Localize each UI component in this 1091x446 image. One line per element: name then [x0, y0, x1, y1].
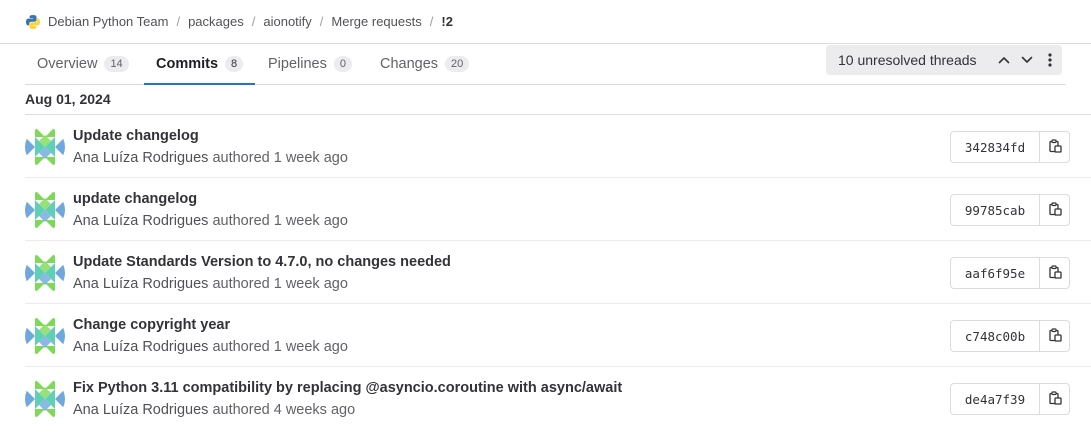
- copy-icon: [1048, 138, 1062, 156]
- commit-sha-group: aaf6f95e: [950, 257, 1070, 289]
- commit-author-link[interactable]: Ana Luíza Rodrigues: [73, 402, 208, 418]
- chevron-up-icon[interactable]: [996, 52, 1012, 68]
- breadcrumb: Debian Python Team / packages / aionotif…: [0, 0, 1091, 44]
- commit-action: authored: [212, 213, 270, 229]
- commit-meta: Ana Luíza Rodrigues authored 1 week ago: [73, 213, 348, 229]
- commit-author-link[interactable]: Ana Luíza Rodrigues: [73, 339, 208, 355]
- avatar[interactable]: [25, 127, 65, 167]
- tab-commits[interactable]: Commits 8: [144, 44, 256, 85]
- avatar[interactable]: [25, 316, 65, 356]
- commit-sha-group: de4a7f39: [950, 383, 1070, 415]
- unresolved-threads-bar: 10 unresolved threads: [826, 45, 1062, 75]
- copy-sha-button[interactable]: [1039, 194, 1070, 226]
- copy-icon: [1048, 327, 1062, 345]
- chevron-down-icon[interactable]: [1019, 52, 1035, 68]
- commit-row: Fix Python 3.11 compatibility by replaci…: [25, 367, 1091, 430]
- tab-changes[interactable]: Changes 20: [368, 44, 481, 84]
- commit-title-link[interactable]: Change copyright year: [73, 317, 230, 333]
- commit-time: 1 week ago: [273, 339, 348, 355]
- commit-sha-link[interactable]: c748c00b: [950, 320, 1039, 352]
- commit-action: authored: [212, 150, 270, 166]
- commit-row: Update changelog Ana Luíza Rodrigues aut…: [25, 115, 1091, 178]
- commit-sha-link[interactable]: aaf6f95e: [950, 257, 1039, 289]
- tab-label: Changes: [380, 56, 439, 72]
- commit-title-link[interactable]: Update changelog: [73, 128, 199, 144]
- commit-sha-link[interactable]: 342834fd: [950, 131, 1039, 163]
- commit-time: 1 week ago: [273, 150, 348, 166]
- commit-meta: Ana Luíza Rodrigues authored 4 weeks ago: [73, 402, 355, 418]
- breadcrumb-group-link[interactable]: Debian Python Team: [48, 14, 168, 29]
- more-vertical-icon[interactable]: [1042, 52, 1058, 68]
- copy-sha-button[interactable]: [1039, 383, 1070, 415]
- commit-sha-group: c748c00b: [950, 320, 1070, 352]
- breadcrumb-separator: /: [251, 14, 256, 29]
- commit-action: authored: [212, 402, 270, 418]
- copy-sha-button[interactable]: [1039, 320, 1070, 352]
- commit-sha-group: 342834fd: [950, 131, 1070, 163]
- breadcrumb-separator: /: [176, 14, 181, 29]
- copy-sha-button[interactable]: [1039, 131, 1070, 163]
- commit-row: Update Standards Version to 4.7.0, no ch…: [25, 241, 1091, 304]
- commit-sha-link[interactable]: 99785cab: [950, 194, 1039, 226]
- commit-author-link[interactable]: Ana Luíza Rodrigues: [73, 150, 208, 166]
- commit-date-heading: Aug 01, 2024: [25, 91, 111, 107]
- commit-meta: Ana Luíza Rodrigues authored 1 week ago: [73, 150, 348, 166]
- breadcrumb-subgroup-link[interactable]: packages: [188, 14, 244, 29]
- breadcrumb-project-link[interactable]: aionotify: [263, 14, 311, 29]
- tab-count-badge: 8: [225, 56, 244, 72]
- tab-count-badge: 0: [333, 56, 352, 72]
- tab-label: Overview: [37, 56, 98, 72]
- tab-count-badge: 14: [104, 56, 129, 72]
- commit-action: authored: [212, 339, 270, 355]
- python-logo-icon: [25, 14, 41, 30]
- commit-time: 4 weeks ago: [273, 402, 356, 418]
- copy-icon: [1048, 201, 1062, 219]
- commit-author-link[interactable]: Ana Luíza Rodrigues: [73, 276, 208, 292]
- breadcrumb-separator: /: [429, 14, 434, 29]
- tab-pipelines[interactable]: Pipelines 0: [256, 44, 364, 84]
- unresolved-threads-label[interactable]: 10 unresolved threads: [838, 52, 977, 68]
- tab-overview[interactable]: Overview 14: [25, 44, 141, 84]
- tab-label: Commits: [156, 56, 219, 72]
- copy-icon: [1048, 264, 1062, 282]
- commit-time: 1 week ago: [273, 276, 348, 292]
- copy-icon: [1048, 390, 1062, 408]
- avatar[interactable]: [25, 379, 65, 419]
- commit-title-link[interactable]: update changelog: [73, 191, 197, 207]
- commit-meta: Ana Luíza Rodrigues authored 1 week ago: [73, 339, 348, 355]
- breadcrumb-separator: /: [319, 14, 324, 29]
- copy-sha-button[interactable]: [1039, 257, 1070, 289]
- commit-action: authored: [212, 276, 270, 292]
- commit-sha-group: 99785cab: [950, 194, 1070, 226]
- tab-label: Pipelines: [268, 56, 327, 72]
- commit-title-link[interactable]: Update Standards Version to 4.7.0, no ch…: [73, 254, 451, 270]
- commit-author-link[interactable]: Ana Luíza Rodrigues: [73, 213, 208, 229]
- commit-meta: Ana Luíza Rodrigues authored 1 week ago: [73, 276, 348, 292]
- commit-title-link[interactable]: Fix Python 3.11 compatibility by replaci…: [73, 380, 622, 396]
- breadcrumb-merge-requests-link[interactable]: Merge requests: [331, 14, 421, 29]
- avatar[interactable]: [25, 190, 65, 230]
- commit-sha-link[interactable]: de4a7f39: [950, 383, 1039, 415]
- commit-row: Change copyright year Ana Luíza Rodrigue…: [25, 304, 1091, 367]
- commit-row: update changelog Ana Luíza Rodrigues aut…: [25, 178, 1091, 241]
- tab-count-badge: 20: [445, 56, 470, 72]
- breadcrumb-current-mr[interactable]: !2: [441, 14, 453, 29]
- commit-time: 1 week ago: [273, 213, 348, 229]
- avatar[interactable]: [25, 253, 65, 293]
